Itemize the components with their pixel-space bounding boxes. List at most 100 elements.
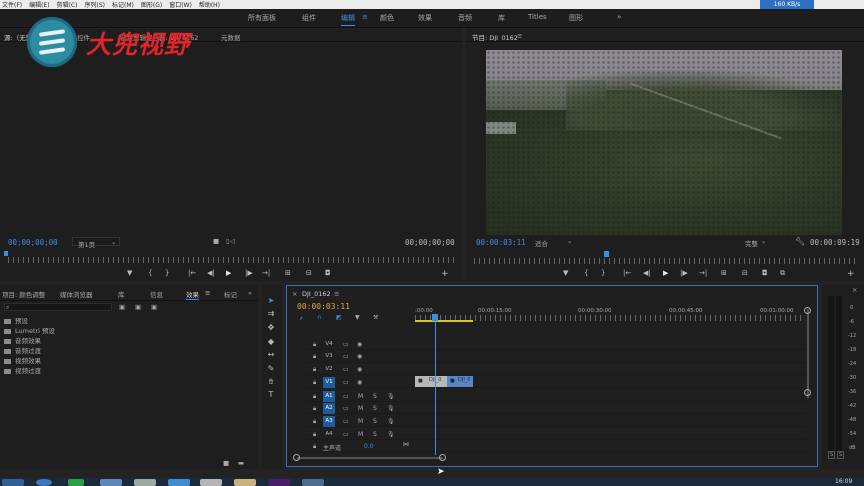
list-item[interactable]: 预设 xyxy=(4,315,28,325)
solo-button[interactable]: S xyxy=(373,393,377,400)
source-page-select[interactable]: 第1页 ⌄ xyxy=(72,237,120,249)
yuv-effects-icon[interactable]: ▣ xyxy=(151,303,157,311)
workspace-effects[interactable]: 效果 xyxy=(418,13,432,23)
workspace-all-panels[interactable]: 所有面板 xyxy=(248,13,276,23)
menu-clip[interactable]: 剪辑(C) xyxy=(57,0,78,9)
lock-icon[interactable]: 🔒︎ xyxy=(313,405,316,413)
menu-edit[interactable]: 编辑(E) xyxy=(29,0,49,9)
video-clip[interactable]: ■ DJI_0 xyxy=(415,376,447,387)
add-button-icon[interactable]: + xyxy=(847,269,855,279)
eye-icon[interactable]: ◉ xyxy=(357,341,362,348)
step-back-icon[interactable]: ◀| xyxy=(207,269,215,277)
browser-icon[interactable] xyxy=(36,479,52,486)
app-icon[interactable] xyxy=(200,479,222,486)
tab-markers[interactable]: 标记 xyxy=(224,289,237,299)
lock-icon[interactable]: 🔒︎ xyxy=(313,393,316,401)
mic-icon[interactable]: 🎙︎ xyxy=(387,418,395,425)
go-to-in-icon[interactable]: |← xyxy=(188,269,196,277)
list-item[interactable]: 视频过渡 xyxy=(4,365,41,375)
mark-in-icon[interactable]: { xyxy=(584,269,588,277)
menu-marker[interactable]: 标记(M) xyxy=(112,0,134,9)
lock-icon[interactable]: 🔒︎ xyxy=(313,366,316,374)
list-item[interactable]: 视频效果 xyxy=(4,355,41,365)
video-clip[interactable]: ■ DJI_0 xyxy=(447,376,473,387)
go-to-out-icon[interactable]: →| xyxy=(262,269,270,277)
track-select-tool-icon[interactable]: ⇉ xyxy=(266,309,276,318)
more-tabs-icon[interactable]: » xyxy=(248,289,252,297)
timeline-sequence-tab[interactable]: DJI_0162 xyxy=(302,290,331,298)
program-fit-select[interactable]: 适合 ⌄ xyxy=(535,237,579,248)
pen-tool-icon[interactable]: ✎ xyxy=(266,364,276,373)
source-playhead[interactable] xyxy=(4,251,8,256)
go-to-end-icon[interactable]: ⋈ xyxy=(403,441,409,448)
mark-out-icon[interactable]: } xyxy=(165,269,169,277)
add-marker-icon[interactable]: ▼ xyxy=(127,269,132,277)
timeline-vertical-scrollbar[interactable] xyxy=(807,309,809,398)
snap-icon[interactable]: ∩ xyxy=(317,314,321,321)
program-playhead[interactable] xyxy=(604,251,609,257)
step-back-icon[interactable]: ◀| xyxy=(643,269,651,277)
accelerated-effects-icon[interactable]: ▣ xyxy=(119,303,125,311)
workspace-more-button[interactable]: » xyxy=(617,13,621,21)
play-icon[interactable]: ▶ xyxy=(663,269,668,277)
go-to-out-icon[interactable]: →| xyxy=(699,269,707,277)
vscroll-handle-top[interactable] xyxy=(804,307,811,314)
scroll-handle-right[interactable] xyxy=(439,454,446,461)
solo-button[interactable]: S xyxy=(373,431,377,438)
lock-icon[interactable]: 🔒︎ xyxy=(313,431,316,439)
sync-lock-icon[interactable]: ▭ xyxy=(343,393,349,400)
close-icon[interactable]: × xyxy=(292,290,297,298)
mark-in-icon[interactable]: { xyxy=(148,269,152,277)
trash-icon[interactable]: ▬ xyxy=(238,459,244,467)
menu-graphics[interactable]: 图形(G) xyxy=(141,0,162,9)
step-forward-icon[interactable]: |▶ xyxy=(245,269,253,277)
play-icon[interactable]: ▶ xyxy=(226,269,231,277)
go-to-in-icon[interactable]: |← xyxy=(623,269,631,277)
mic-icon[interactable]: 🎙︎ xyxy=(387,393,395,400)
menu-window[interactable]: 窗口(W) xyxy=(169,0,192,9)
track-label-v4[interactable]: V4 xyxy=(323,339,335,350)
workspace-menu-icon[interactable]: ≡ xyxy=(362,13,368,21)
sync-lock-icon[interactable]: ▭ xyxy=(343,418,349,425)
program-menu-icon[interactable]: ≡ xyxy=(517,32,522,40)
add-marker-icon[interactable]: ▼ xyxy=(563,269,568,277)
lock-icon[interactable]: 🔒︎ xyxy=(313,353,316,361)
app-icon[interactable] xyxy=(234,479,256,486)
menu-file[interactable]: 文件(F) xyxy=(2,0,22,9)
solo-button[interactable]: S xyxy=(373,405,377,412)
app-icon[interactable] xyxy=(168,479,190,486)
nest-icon[interactable]: ⸙ xyxy=(299,314,304,322)
close-icon[interactable]: × xyxy=(852,286,857,294)
lock-icon[interactable]: 🔒︎ xyxy=(313,418,316,426)
lock-icon[interactable]: 🔒︎ xyxy=(313,443,316,451)
type-tool-icon[interactable]: T xyxy=(266,390,276,399)
linked-selection-icon[interactable]: ◩ xyxy=(336,314,342,321)
start-button-icon[interactable] xyxy=(2,479,24,486)
timeline-timecode[interactable]: 00:00:03:11 xyxy=(297,302,350,311)
lift-icon[interactable]: ⊞ xyxy=(721,269,727,277)
workspace-color[interactable]: 颜色 xyxy=(380,13,394,23)
mute-button[interactable]: M xyxy=(358,405,363,412)
program-ruler[interactable] xyxy=(474,258,858,264)
32bit-effects-icon[interactable]: ▣ xyxy=(135,303,141,311)
menu-sequence[interactable]: 序列(S) xyxy=(85,0,106,9)
tab-libraries[interactable]: 库 xyxy=(118,289,125,299)
solo-button[interactable]: S xyxy=(373,418,377,425)
menu-help[interactable]: 帮助(H) xyxy=(199,0,220,9)
extract-icon[interactable]: ⊟ xyxy=(742,269,748,277)
step-forward-icon[interactable]: |▶ xyxy=(680,269,688,277)
mute-button[interactable]: M xyxy=(358,418,363,425)
solo-left-button[interactable]: S xyxy=(828,451,835,459)
add-button-icon[interactable]: + xyxy=(441,269,449,279)
tab-effects[interactable]: 效果 xyxy=(186,289,199,300)
overwrite-clip-icon[interactable]: ⊟ xyxy=(306,269,312,277)
insert-icon[interactable]: ▯◁ xyxy=(226,237,235,245)
vr-icon[interactable]: ⧉ xyxy=(780,269,785,278)
vscroll-handle-bottom[interactable] xyxy=(804,389,811,396)
mic-icon[interactable]: 🎙︎ xyxy=(387,405,395,412)
selection-tool-icon[interactable]: ➤ xyxy=(266,296,276,305)
workspace-audio[interactable]: 音频 xyxy=(458,13,472,23)
source-timecode-current[interactable]: 00;00;00;00 xyxy=(8,238,58,247)
camera-icon[interactable]: ◘ xyxy=(762,269,768,277)
master-volume-value[interactable]: 0.0 xyxy=(364,443,374,450)
